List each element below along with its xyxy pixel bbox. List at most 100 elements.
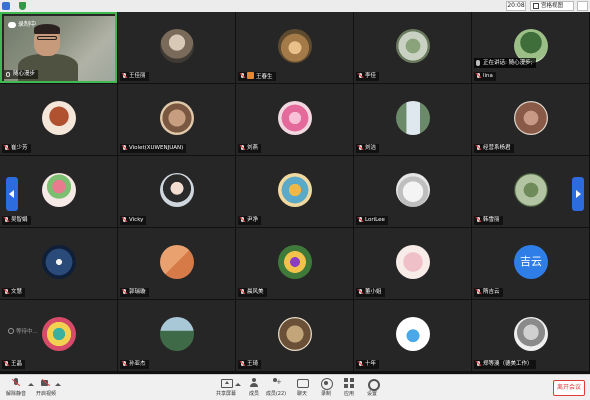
settings-button[interactable]: 设置: [360, 378, 384, 400]
speaker-hair: [34, 24, 60, 34]
active-speaker-tile[interactable]: 录制中 随心漫步: [0, 12, 117, 83]
participant-tile[interactable]: 郑等澳（德美工作）: [472, 300, 589, 371]
next-page-button[interactable]: [572, 177, 584, 211]
mic-muted-icon: [358, 145, 363, 151]
security-icon[interactable]: [2, 2, 10, 10]
participant-tile[interactable]: 刘燕: [236, 84, 353, 155]
participant-nametag: 文慧: [2, 288, 26, 297]
recording-indicator: 录制中: [8, 20, 36, 30]
members-icon: [249, 378, 259, 388]
share-screen-icon: [221, 378, 233, 388]
start-video-button[interactable]: 开启视频: [34, 378, 58, 400]
participant-name: 晨风美: [247, 289, 264, 295]
placeholder-text: 等待中...: [16, 329, 38, 335]
participant-name: 随心漫步: [13, 71, 36, 77]
mic-icon: [6, 72, 10, 77]
share-screen-button[interactable]: 共享屏幕: [214, 378, 238, 400]
speaking-mic-icon: [476, 60, 480, 66]
participant-avatar: [42, 245, 76, 279]
member-list-icon: [271, 378, 282, 388]
participant-tile[interactable]: 经营系杨君: [472, 84, 589, 155]
participant-tile[interactable]: 董小姐: [354, 228, 471, 299]
participant-avatar: [42, 173, 76, 207]
participant-nametag: 王佳丽: [120, 72, 149, 81]
unmute-label: 解除静音: [5, 391, 26, 397]
participant-tile[interactable]: 王春生: [236, 12, 353, 83]
participant-tile[interactable]: 十年: [354, 300, 471, 371]
fullscreen-button[interactable]: [577, 1, 588, 11]
mic-muted-icon: [476, 73, 481, 79]
participant-avatar: [160, 29, 194, 63]
mic-muted-icon: [4, 217, 9, 223]
chat-label: 聊天: [296, 391, 307, 397]
members-label: 成员: [248, 391, 259, 397]
participant-tile[interactable]: 文慧: [0, 228, 117, 299]
mic-muted-icon: [240, 289, 245, 295]
participant-tile[interactable]: 吉云 隋吉云: [472, 228, 589, 299]
mic-muted-icon: [476, 289, 481, 295]
meeting-toolbar: 解除静音 开启视频 共享屏幕 成员 成员(22) 聊天 录制 应用 设置 离开会…: [0, 374, 590, 400]
speaker-glasses: [37, 36, 57, 40]
encryption-shield-icon[interactable]: [19, 2, 26, 10]
mic-muted-icon: [240, 73, 245, 79]
participant-tile[interactable]: 崔少芳: [0, 84, 117, 155]
record-button[interactable]: 录制: [314, 378, 338, 400]
participant-tile[interactable]: 尹净: [236, 156, 353, 227]
participant-avatar: [278, 245, 312, 279]
leave-meeting-button[interactable]: 离开会议: [553, 380, 585, 396]
participant-tile[interactable]: 李佳: [354, 12, 471, 83]
participant-tile[interactable]: LoriLee: [354, 156, 471, 227]
participant-name: 尹净: [247, 217, 259, 223]
participant-avatar: [514, 173, 548, 207]
participant-avatar: [160, 173, 194, 207]
participant-name: 李佳: [365, 73, 377, 79]
participant-nametag: LoriLee: [356, 216, 388, 225]
participant-avatar: [42, 317, 76, 351]
host-badge-icon: [247, 72, 254, 79]
speaking-now-text: 正在讲话: 随心漫步;: [483, 60, 533, 66]
participant-tile[interactable]: 等待中... 王晶: [0, 300, 117, 371]
view-switch-button[interactable]: 宫格视图: [530, 1, 574, 11]
participant-nametag: 李佳: [356, 72, 380, 81]
participant-tile[interactable]: 孙亚杰: [118, 300, 235, 371]
settings-label: 设置: [366, 391, 377, 397]
participant-tile[interactable]: 郭瑞璇: [118, 228, 235, 299]
recording-label: 录制中: [18, 21, 37, 28]
participant-tile[interactable]: 王琦: [236, 300, 353, 371]
participant-nametag: 刘燕: [238, 144, 262, 153]
participant-tile[interactable]: Vicky: [118, 156, 235, 227]
participant-tile[interactable]: 王佳丽: [118, 12, 235, 83]
chat-button[interactable]: 聊天: [290, 378, 314, 400]
participant-tile[interactable]: Violet(XUWENJUAN): [118, 84, 235, 155]
participant-name: Vicky: [129, 217, 144, 223]
participant-tile[interactable]: 正在讲话: 随心漫步; lina: [472, 12, 589, 83]
participant-nametag: 王琦: [238, 360, 262, 369]
meeting-timer: 20:08: [506, 1, 526, 11]
participant-nametag: 董小姐: [356, 288, 385, 297]
participant-name: Violet(XUWENJUAN): [129, 145, 184, 151]
mic-muted-icon: [476, 145, 481, 151]
mic-muted-icon: [358, 217, 363, 223]
chat-icon: [297, 378, 309, 388]
mic-muted-icon: [122, 217, 127, 223]
participant-tile[interactable]: 刘洁: [354, 84, 471, 155]
participant-nametag: 随心漫步: [4, 70, 39, 79]
participant-avatar: 吉云: [514, 245, 548, 279]
participant-avatar: [278, 101, 312, 135]
video-options-chevron-icon[interactable]: [55, 383, 61, 386]
start-video-label: 开启视频: [35, 391, 56, 397]
member-list-button[interactable]: 成员(22): [264, 378, 288, 400]
share-options-chevron-icon[interactable]: [235, 383, 241, 386]
previous-page-button[interactable]: [6, 177, 18, 211]
mic-muted-icon: [122, 361, 127, 367]
participant-name: 王佳丽: [129, 73, 146, 79]
unmute-button[interactable]: 解除静音: [4, 378, 28, 400]
participant-avatar: [396, 317, 430, 351]
members-button[interactable]: 成员: [242, 378, 266, 400]
apps-button[interactable]: 应用: [337, 378, 361, 400]
participant-nametag: 王春生: [238, 72, 276, 81]
connecting-placeholder: 等待中...: [8, 327, 38, 335]
participant-tile[interactable]: 晨风美: [236, 228, 353, 299]
participant-avatar: [396, 101, 430, 135]
participant-name: lina: [483, 73, 493, 79]
